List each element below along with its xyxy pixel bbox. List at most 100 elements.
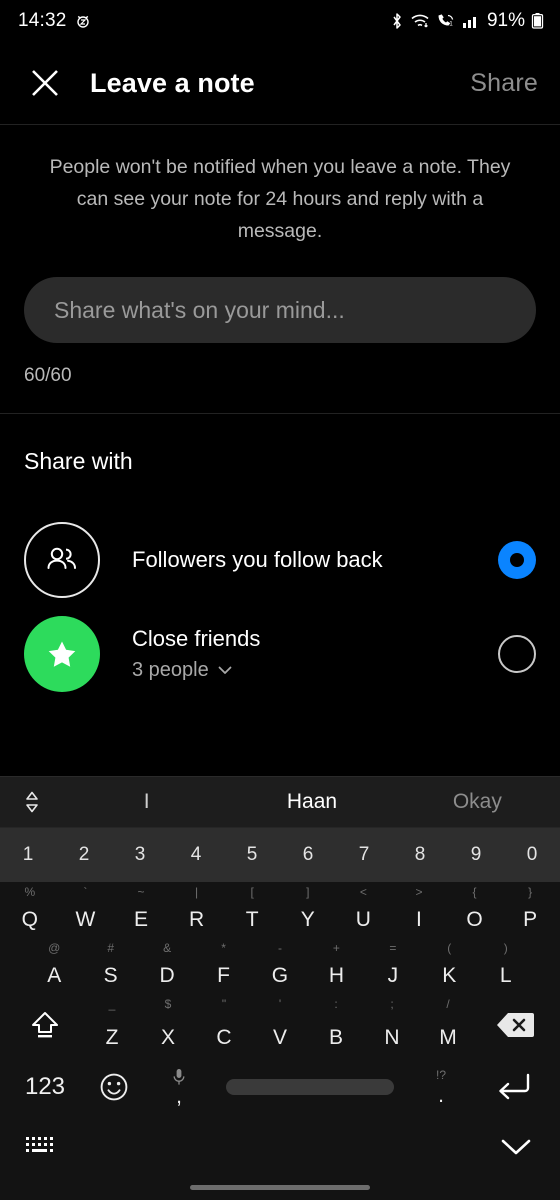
- followers-radio-selected[interactable]: [498, 541, 536, 579]
- bluetooth-icon: [393, 13, 401, 29]
- microphone-icon: [173, 1068, 185, 1085]
- close-friends-sub[interactable]: 3 people: [132, 656, 498, 684]
- key-u[interactable]: < U: [336, 882, 392, 938]
- key-9[interactable]: 9: [448, 828, 504, 882]
- shift-key[interactable]: [6, 994, 84, 1056]
- two-people-icon: [47, 547, 76, 569]
- key-0[interactable]: 0: [504, 828, 560, 882]
- keyboard-row-home: @ A # S & D * F -G + H = J (K ) L: [0, 938, 560, 994]
- key-v-sup: ': [278, 997, 282, 1011]
- key-y[interactable]: ] Y: [280, 882, 336, 938]
- numeric-mode-key[interactable]: 123: [8, 1073, 82, 1101]
- chevron-down-icon[interactable]: [216, 661, 234, 679]
- key-r[interactable]: | R: [169, 882, 225, 938]
- key-l-sup: ): [503, 941, 508, 955]
- keyboard-layout-icon: [26, 1137, 53, 1152]
- gesture-home-bar[interactable]: [190, 1184, 370, 1190]
- key-m-sup: /: [446, 997, 450, 1011]
- key-c-label: C: [216, 1026, 232, 1049]
- key-a[interactable]: @ A: [26, 938, 82, 994]
- key-j[interactable]: = J: [365, 938, 421, 994]
- key-c[interactable]: " C: [196, 994, 252, 1056]
- key-t[interactable]: [T: [224, 882, 280, 938]
- key-h[interactable]: + H: [308, 938, 364, 994]
- enter-key[interactable]: [474, 1069, 552, 1105]
- period-key[interactable]: !? .: [408, 1069, 474, 1106]
- wifi-icon: [411, 14, 429, 28]
- volte-call-icon: 1: [438, 14, 453, 28]
- key-c-sup: ": [221, 997, 227, 1011]
- key-f[interactable]: * F: [195, 938, 251, 994]
- close-friends-avatar: [24, 616, 100, 692]
- key-e[interactable]: ~ E: [113, 882, 169, 938]
- keyboard: I Haan Okay 1 2 3 4 5 6 7 8 9 0 % Q ` W ~ E…: [0, 776, 560, 1200]
- emoji-key[interactable]: [82, 1070, 146, 1104]
- key-7[interactable]: 7: [336, 828, 392, 882]
- key-i-sup: >: [415, 885, 423, 899]
- key-4[interactable]: 4: [168, 828, 224, 882]
- key-m[interactable]: / M: [420, 994, 476, 1056]
- key-a-sup: @: [48, 941, 61, 955]
- keyboard-row-qwerty: % Q ` W ~ E | R [T ] Y < U > I {O } P: [0, 882, 560, 938]
- comma-mic-key[interactable]: ,: [146, 1068, 212, 1107]
- key-6[interactable]: 6: [280, 828, 336, 882]
- status-bar-left: 14:32: [18, 10, 91, 32]
- key-5[interactable]: 5: [224, 828, 280, 882]
- alarm-snooze-icon: [76, 15, 89, 28]
- key-n[interactable]: ; N: [364, 994, 420, 1056]
- key-x[interactable]: $ X: [140, 994, 196, 1056]
- battery-icon: [531, 13, 544, 29]
- key-w[interactable]: ` W: [58, 882, 114, 938]
- suggestion-1[interactable]: I: [64, 790, 229, 814]
- share-button[interactable]: Share: [470, 69, 538, 98]
- key-2[interactable]: 2: [56, 828, 112, 882]
- close-button[interactable]: [22, 60, 68, 106]
- battery-percent: 91%: [486, 10, 525, 31]
- keyboard-toolbar: [0, 1118, 560, 1174]
- expand-suggestions-button[interactable]: [0, 789, 64, 815]
- backspace-key[interactable]: [476, 994, 554, 1056]
- key-v[interactable]: ' V: [252, 994, 308, 1056]
- key-b[interactable]: :B: [308, 994, 364, 1056]
- period-sup: !?: [435, 1067, 446, 1082]
- key-s[interactable]: # S: [82, 938, 138, 994]
- key-g[interactable]: -G: [252, 938, 308, 994]
- key-l-label: L: [499, 964, 512, 987]
- hide-keyboard-button[interactable]: [496, 1132, 536, 1160]
- chevron-down-hide-keyboard-icon: [501, 1139, 531, 1155]
- key-u-label: U: [355, 908, 371, 931]
- key-l[interactable]: ) L: [478, 938, 534, 994]
- key-p[interactable]: } P: [502, 882, 558, 938]
- key-8[interactable]: 8: [392, 828, 448, 882]
- key-3[interactable]: 3: [112, 828, 168, 882]
- spacebar-key[interactable]: [226, 1079, 394, 1095]
- enter-return-icon: [499, 1073, 530, 1100]
- key-i[interactable]: > I: [391, 882, 447, 938]
- key-o[interactable]: {O: [447, 882, 503, 938]
- key-d[interactable]: & D: [139, 938, 195, 994]
- key-e-sup: ~: [137, 885, 145, 899]
- key-z-sup: _: [108, 997, 116, 1011]
- key-q[interactable]: % Q: [2, 882, 58, 938]
- backspace-icon: [497, 1013, 534, 1037]
- keyboard-layout-button[interactable]: [24, 1133, 58, 1159]
- share-option-followers[interactable]: Followers you follow back: [0, 513, 560, 607]
- followers-avatar: [24, 522, 100, 598]
- note-input[interactable]: Share what's on your mind...: [24, 277, 536, 343]
- page-title: Leave a note: [90, 67, 255, 98]
- period-label: .: [438, 1083, 444, 1107]
- key-b-sup: :: [334, 997, 338, 1011]
- key-z-label: Z: [105, 1026, 119, 1049]
- suggestion-3[interactable]: Okay: [395, 790, 560, 814]
- key-1[interactable]: 1: [0, 828, 56, 882]
- key-k[interactable]: (K: [421, 938, 477, 994]
- key-n-sup: ;: [390, 997, 394, 1011]
- key-a-label: A: [47, 964, 62, 987]
- key-n-label: N: [384, 1026, 400, 1049]
- close-friends-radio-unselected[interactable]: [498, 635, 536, 673]
- key-z[interactable]: _ Z: [84, 994, 140, 1056]
- suggestion-2[interactable]: Haan: [229, 790, 394, 814]
- share-option-close-friends[interactable]: Close friends 3 people: [0, 607, 560, 701]
- key-g-label: G: [271, 964, 289, 987]
